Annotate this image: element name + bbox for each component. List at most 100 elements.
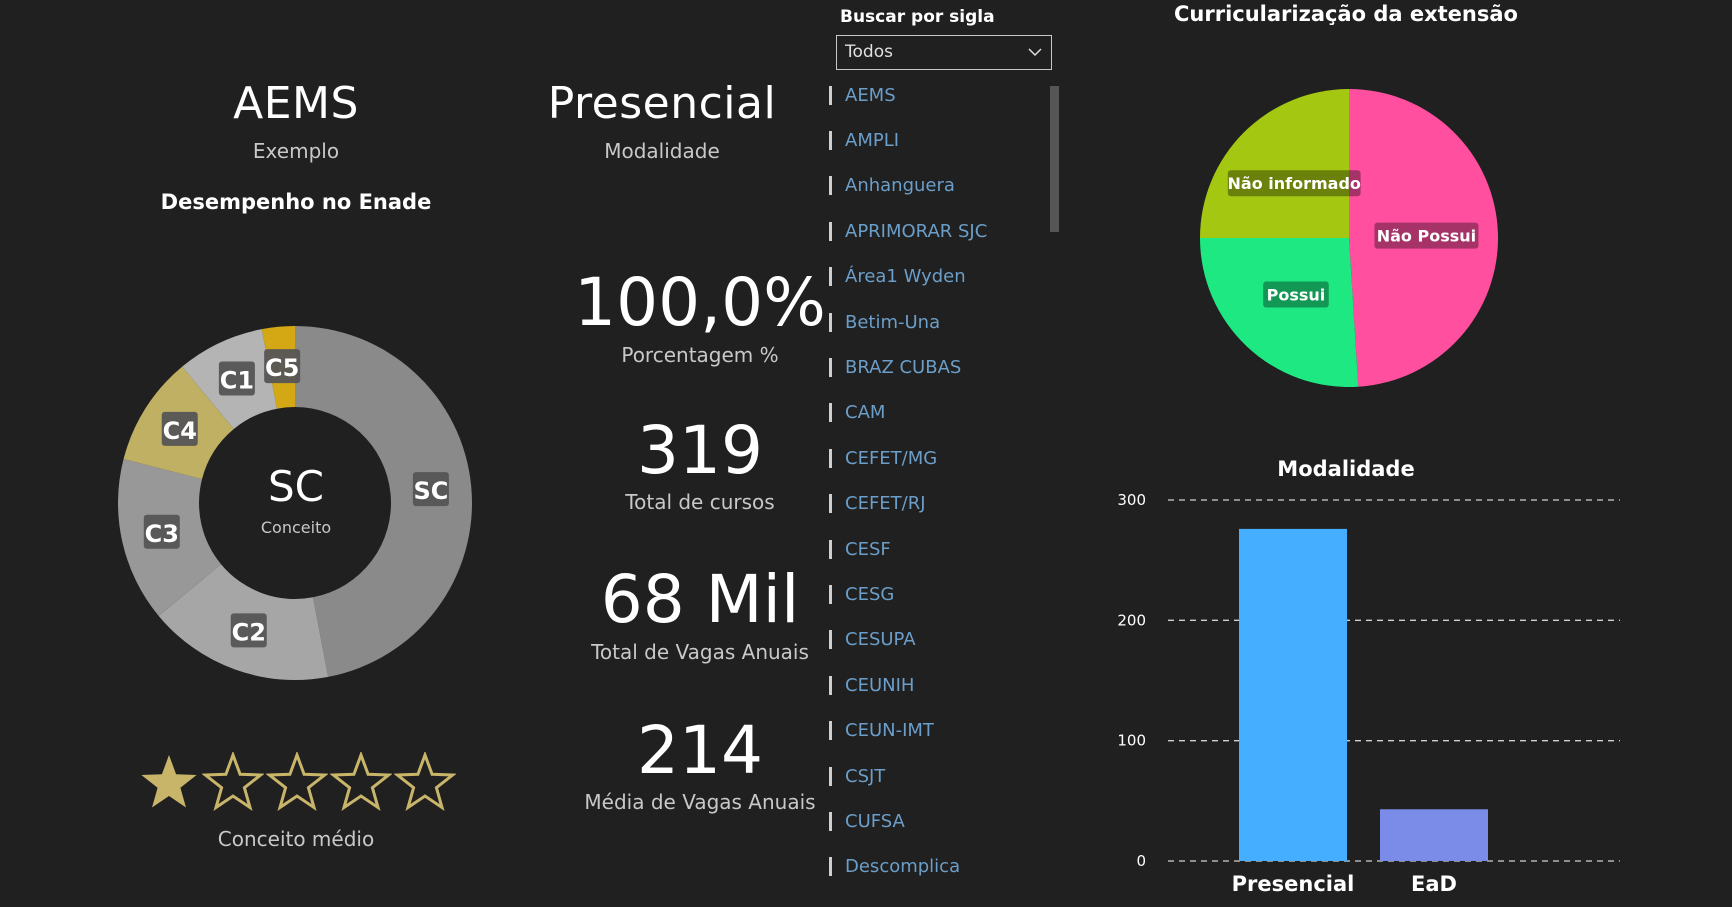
- pie-slice-2[interactable]: [1200, 238, 1359, 388]
- slicer-item-label: Betim-Una: [845, 311, 941, 333]
- slicer-item[interactable]: CEFET/MG: [829, 445, 937, 471]
- item-marker: [829, 630, 832, 650]
- donut-label-c1: C1: [218, 361, 255, 396]
- enade-title: Desempenho no Enade: [160, 190, 432, 214]
- slicer-item[interactable]: Anhanguera: [829, 173, 955, 199]
- bar-chart-title: Modalidade: [1277, 457, 1415, 481]
- item-marker: [829, 494, 832, 514]
- bar-ead[interactable]: [1380, 809, 1488, 861]
- slicer-item-label: CESF: [845, 538, 891, 560]
- item-marker: [829, 539, 832, 559]
- star-empty-icon: [266, 752, 328, 812]
- slicer-item-label: CEUN-IMT: [845, 720, 934, 742]
- item-marker: [829, 267, 832, 287]
- kpi-percent-value: 100,0%: [574, 264, 826, 341]
- slicer-item[interactable]: CESF: [829, 536, 891, 562]
- slicer-item-label: Área1 Wyden: [845, 266, 966, 288]
- donut-label-c3: C3: [143, 514, 180, 549]
- slicer-item-label: AEMS: [845, 84, 896, 106]
- pie-chart-title: Curricularização da extensão: [1174, 2, 1518, 26]
- slicer-item[interactable]: CEFET/RJ: [829, 491, 926, 517]
- item-marker: [829, 675, 832, 695]
- x-tick-label: EaD: [1411, 872, 1457, 896]
- slicer-item-label: CESG: [845, 583, 895, 605]
- star-rating: [138, 752, 458, 814]
- slicer-item-label: CSJT: [845, 765, 886, 787]
- list-scrollbar[interactable]: [1050, 86, 1059, 232]
- slicer-item[interactable]: Betim-Una: [829, 309, 940, 335]
- slicer-item[interactable]: Descomplica: [829, 854, 960, 880]
- slicer-item[interactable]: CSJT: [829, 763, 885, 789]
- item-marker: [829, 130, 832, 150]
- kpi-courses-value: 319: [637, 412, 763, 489]
- item-marker: [829, 766, 832, 786]
- slicer-item[interactable]: CEUNIH: [829, 672, 914, 698]
- slicer-item-label: CEFET/MG: [845, 447, 938, 469]
- slicer-item-label: APRIMORAR SJC: [845, 220, 988, 242]
- svg-text:C5: C5: [265, 354, 299, 382]
- item-marker: [829, 811, 832, 831]
- item-marker: [829, 357, 832, 377]
- slicer-item[interactable]: BRAZ CUBAS: [829, 354, 961, 380]
- svg-text:C4: C4: [163, 417, 197, 445]
- slicer-item[interactable]: CUFSA: [829, 808, 905, 834]
- item-marker: [829, 221, 832, 241]
- y-tick-label: 0: [1136, 852, 1146, 870]
- slicer-item-label: CESUPA: [845, 629, 916, 651]
- rating-label: Conceito médio: [217, 827, 375, 851]
- donut-label-c2: C2: [230, 613, 267, 648]
- item-marker: [829, 403, 832, 423]
- slicer-item-label: BRAZ CUBAS: [845, 356, 962, 378]
- slicer-item[interactable]: CESG: [829, 581, 894, 607]
- slicer-item[interactable]: CAM: [829, 400, 885, 426]
- svg-text:SC: SC: [413, 477, 448, 505]
- pie-label-3: Não informado: [1228, 170, 1361, 197]
- kpi-avg-vacancies-label: Média de Vagas Anuais: [584, 790, 816, 814]
- item-marker: [829, 176, 832, 196]
- chevron-down-icon: [1028, 48, 1042, 57]
- item-marker: [829, 312, 832, 332]
- svg-text:C1: C1: [220, 366, 254, 394]
- slicer-item-label: Descomplica: [845, 856, 961, 878]
- item-marker: [829, 448, 832, 468]
- sigla-dropdown[interactable]: Todos: [836, 35, 1052, 70]
- slicer-item[interactable]: AMPLI: [829, 127, 899, 153]
- kpi-vacancies-value: 68 Mil: [600, 561, 800, 638]
- modality-bar-chart: 0 100 200 300 Presencial EaD: [1117, 491, 1620, 896]
- institution-subtitle: Exemplo: [252, 139, 340, 163]
- pie-slice-3[interactable]: [1200, 89, 1349, 238]
- svg-text:Não Possui: Não Possui: [1377, 227, 1476, 246]
- modality-label: Modalidade: [604, 139, 720, 163]
- item-marker: [829, 584, 832, 604]
- slicer-item-label: CEFET/RJ: [845, 493, 926, 515]
- donut-center-value: SC: [268, 462, 324, 511]
- donut-center-label: Conceito: [260, 518, 332, 537]
- slicer-title: Buscar por sigla: [840, 7, 995, 27]
- item-marker: [829, 85, 832, 105]
- y-tick-label: 200: [1117, 611, 1146, 629]
- dropdown-selected-value: Todos: [845, 42, 893, 62]
- y-tick-label: 100: [1117, 732, 1146, 750]
- slicer-item-label: CUFSA: [845, 810, 905, 832]
- y-tick-label: 300: [1117, 491, 1146, 509]
- extension-pie-chart: Não Possui Possui Não informado: [1200, 89, 1499, 388]
- slicer-item[interactable]: Área1 Wyden: [829, 264, 966, 290]
- star-empty-icon: [202, 752, 264, 812]
- svg-text:Possui: Possui: [1267, 285, 1326, 304]
- modality-value: Presencial: [547, 78, 777, 129]
- slicer-item[interactable]: CEUN-IMT: [829, 718, 934, 744]
- svg-text:Não informado: Não informado: [1228, 174, 1361, 193]
- star-empty-icon: [330, 752, 392, 812]
- slicer-item[interactable]: APRIMORAR SJC: [829, 218, 987, 244]
- svg-text:C3: C3: [145, 520, 179, 548]
- kpi-avg-vacancies-value: 214: [637, 712, 763, 789]
- slicer-item-label: AMPLI: [845, 129, 900, 151]
- slicer-item-label: Anhanguera: [845, 175, 955, 197]
- item-marker: [829, 857, 832, 877]
- bar-presencial[interactable]: [1239, 528, 1347, 861]
- slicer-item[interactable]: CESUPA: [829, 627, 916, 653]
- kpi-courses-label: Total de cursos: [625, 490, 775, 514]
- slicer-item[interactable]: AEMS: [829, 82, 896, 108]
- slicer-item-label: CAM: [845, 402, 886, 424]
- donut-label-sc: SC: [412, 472, 449, 507]
